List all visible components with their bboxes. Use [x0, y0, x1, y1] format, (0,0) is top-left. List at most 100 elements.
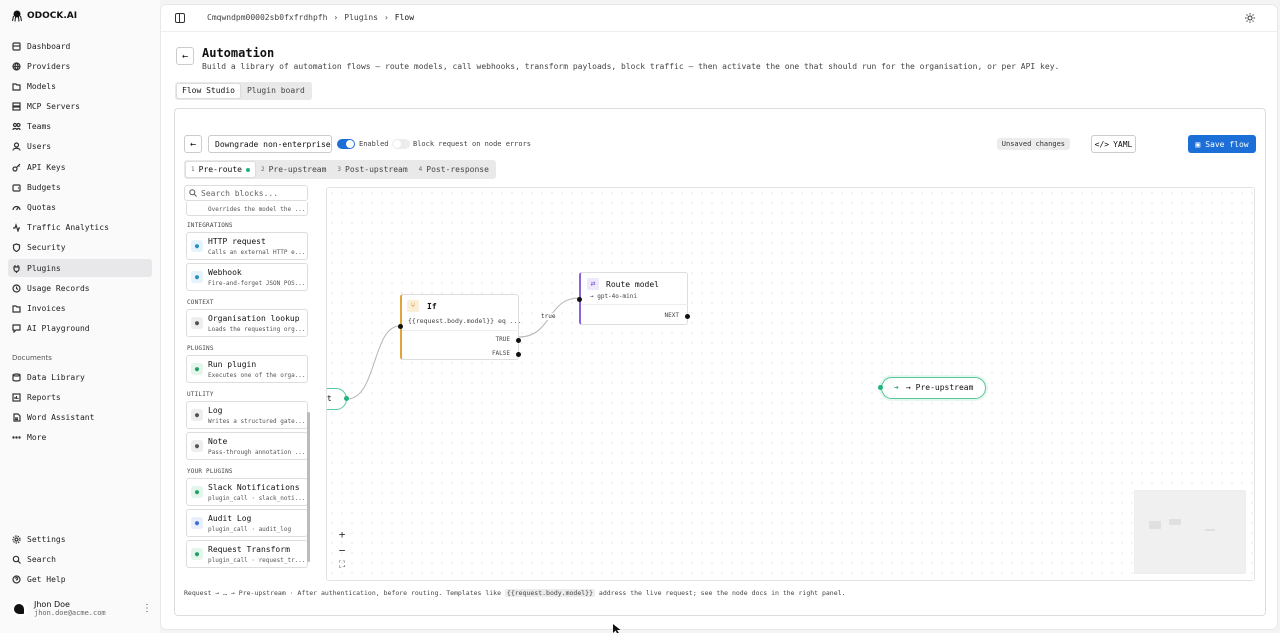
- arrow-left-icon: ←: [181, 50, 189, 62]
- route-target: → gpt-4o-mini: [590, 293, 637, 300]
- sidebar-item-ai-playground[interactable]: AI Playground: [8, 320, 152, 338]
- palette-scrollbar[interactable]: [307, 412, 310, 562]
- log-icon: ●: [191, 409, 203, 421]
- bottom-nav: Settings Search Get Help: [8, 530, 152, 591]
- palette-list[interactable]: Overrides the model the ... INTEGRATIONS…: [184, 202, 308, 581]
- app-logo[interactable]: ODOCK.AI: [12, 10, 77, 22]
- server-icon: [12, 102, 21, 111]
- zoom-out-button[interactable]: −: [339, 544, 346, 557]
- minimap[interactable]: [1134, 490, 1246, 574]
- kebab-menu-icon[interactable]: ⋮: [142, 603, 152, 614]
- search-blocks-input[interactable]: Search blocks...: [184, 185, 308, 201]
- tab-plugin-board[interactable]: Plugin board: [242, 84, 310, 98]
- doc-icon: [13, 413, 21, 422]
- pre-upstream-in-handle[interactable]: [878, 385, 883, 390]
- enabled-toggle[interactable]: [337, 139, 355, 149]
- palette-block-override-model[interactable]: Overrides the model the ...: [186, 202, 308, 216]
- tab-post-upstream[interactable]: 3 Post-upstream: [332, 162, 412, 177]
- sidebar-item-dashboard[interactable]: Dashboard: [8, 37, 152, 55]
- sidebar-item-data-library[interactable]: Data Library: [8, 368, 152, 386]
- if-in-handle[interactable]: [398, 324, 403, 329]
- building-icon: ●: [191, 317, 203, 329]
- minimap-node: [1169, 519, 1181, 525]
- back-to-list-button[interactable]: ←: [184, 135, 202, 153]
- sidebar-item-teams[interactable]: Teams: [8, 118, 152, 136]
- save-flow-button[interactable]: ▣ Save flow: [1188, 135, 1256, 153]
- palette-block-organisation-lookup[interactable]: ● Organisation lookup Loads the requesting…: [186, 309, 308, 337]
- divider: [581, 304, 688, 305]
- sidebar-item-providers[interactable]: Providers: [8, 57, 152, 75]
- sidebar-item-security[interactable]: Security: [8, 239, 152, 257]
- breadcrumb: Cmqwndpm00002sb0fxfrdhpfh › Plugins › Fl…: [207, 13, 414, 22]
- sidebar-item-label: Teams: [27, 122, 52, 132]
- sidebar-item-budgets[interactable]: Budgets: [8, 178, 152, 196]
- sidebar-toggle-icon[interactable]: [175, 13, 185, 23]
- stage-label: Post-upstream: [345, 165, 408, 174]
- palette-block-webhook[interactable]: ● Webhook Fire-and-forget JSON POS...: [186, 263, 308, 291]
- palette-block-slack-notifications[interactable]: ● Slack Notifications plugin_call · slack_…: [186, 478, 308, 506]
- sidebar-item-label: Settings: [27, 534, 66, 544]
- false-out-handle[interactable]: [516, 352, 521, 357]
- route-model-node[interactable]: ⇄ Route model → gpt-4o-mini NEXT: [577, 272, 690, 325]
- user-card[interactable]: Jhon Doe jhon.doe@acme.com ⋮: [12, 600, 152, 617]
- route-in-handle[interactable]: [577, 297, 582, 302]
- tab-flow-studio[interactable]: Flow Studio: [177, 84, 240, 98]
- flow-name-input[interactable]: Downgrade non-enterprise: [208, 135, 332, 153]
- palette-block-http-request[interactable]: ● HTTP request Calls an external HTTP e...: [186, 232, 308, 260]
- flow-canvas[interactable]: st ⑂ If {{request.body.model}} eq ... TR…: [326, 187, 1255, 581]
- route-icon: ⇄: [587, 278, 599, 290]
- user-email: jhon.doe@acme.com: [34, 609, 106, 617]
- request-out-handle[interactable]: [344, 396, 349, 401]
- sidebar-item-label: Quotas: [27, 203, 56, 212]
- sidebar-item-api-keys[interactable]: API Keys: [8, 158, 152, 176]
- tab-post-response[interactable]: 4 Post-response: [414, 162, 494, 177]
- zoom-controls: + − ⛶: [333, 528, 351, 570]
- palette-block-note[interactable]: ● Note Pass-through annotation ...: [186, 432, 308, 460]
- sidebar-item-word-assistant[interactable]: Word Assistant: [8, 408, 152, 426]
- sidebar-item-users[interactable]: Users: [8, 138, 152, 156]
- back-button[interactable]: ←: [176, 47, 194, 65]
- tab-pre-route[interactable]: 1 Pre-route: [186, 162, 255, 177]
- sidebar-item-traffic-analytics[interactable]: Traffic Analytics: [8, 219, 152, 237]
- sidebar-item-quotas[interactable]: Quotas: [8, 199, 152, 217]
- sidebar-item-settings[interactable]: Settings: [8, 530, 152, 548]
- if-node[interactable]: ⑂ If {{request.body.model}} eq ... TRUE …: [398, 294, 522, 360]
- request-node[interactable]: st: [327, 388, 349, 410]
- fit-view-button[interactable]: ⛶: [339, 560, 345, 570]
- reports-icon: [12, 393, 21, 402]
- editor-toolbar: ← Downgrade non-enterprise Enabled Block…: [184, 135, 1256, 153]
- sidebar-item-label: Plugins: [27, 263, 61, 273]
- sidebar-item-invoices[interactable]: Invoices: [8, 299, 152, 317]
- palette-block-log[interactable]: ● Log Writes a structured gate...: [186, 401, 308, 429]
- edge-true-label: true: [539, 313, 558, 320]
- yaml-button[interactable]: </> YAML: [1091, 135, 1136, 153]
- block-name: Request Transform: [208, 545, 290, 554]
- block-name: HTTP request: [208, 237, 266, 246]
- sidebar-item-search[interactable]: Search: [8, 550, 152, 568]
- block-on-errors-toggle[interactable]: [392, 139, 410, 149]
- sidebar-item-models[interactable]: Models: [8, 77, 152, 95]
- search-icon: [189, 189, 197, 197]
- palette-block-run-plugin[interactable]: ● Run plugin Executes one of the orga...: [186, 355, 308, 383]
- pre-upstream-node[interactable]: ➔ → Pre-upstream: [878, 377, 986, 399]
- sidebar-item-more[interactable]: More: [8, 429, 152, 447]
- records-icon: [12, 284, 21, 293]
- true-out-handle[interactable]: [516, 338, 521, 343]
- zoom-in-button[interactable]: +: [339, 528, 346, 541]
- next-out-handle[interactable]: [685, 314, 690, 319]
- breadcrumb-plugins[interactable]: Plugins: [344, 13, 378, 22]
- palette-block-request-transform[interactable]: ● Request Transform plugin_call · request_…: [186, 540, 308, 568]
- sidebar-item-usage-records[interactable]: Usage Records: [8, 279, 152, 297]
- block-name: Webhook: [208, 268, 242, 277]
- sidebar-item-reports[interactable]: Reports: [8, 388, 152, 406]
- breadcrumb-org[interactable]: Cmqwndpm00002sb0fxfrdhpfh: [207, 13, 327, 22]
- sidebar-item-mcp-servers[interactable]: MCP Servers: [8, 98, 152, 116]
- palette-block-audit-log[interactable]: ● Audit Log plugin_call · audit_log: [186, 509, 308, 537]
- tab-pre-upstream[interactable]: 2 Pre-upstream: [256, 162, 331, 177]
- sidebar-item-get-help[interactable]: Get Help: [8, 570, 152, 588]
- shield-icon: [12, 243, 21, 253]
- branch-icon: ⑂: [407, 300, 419, 312]
- footer-suffix: address the live request; see the node d…: [598, 589, 846, 597]
- sidebar-item-plugins[interactable]: Plugins: [8, 259, 152, 278]
- theme-toggle-icon[interactable]: [1245, 13, 1255, 23]
